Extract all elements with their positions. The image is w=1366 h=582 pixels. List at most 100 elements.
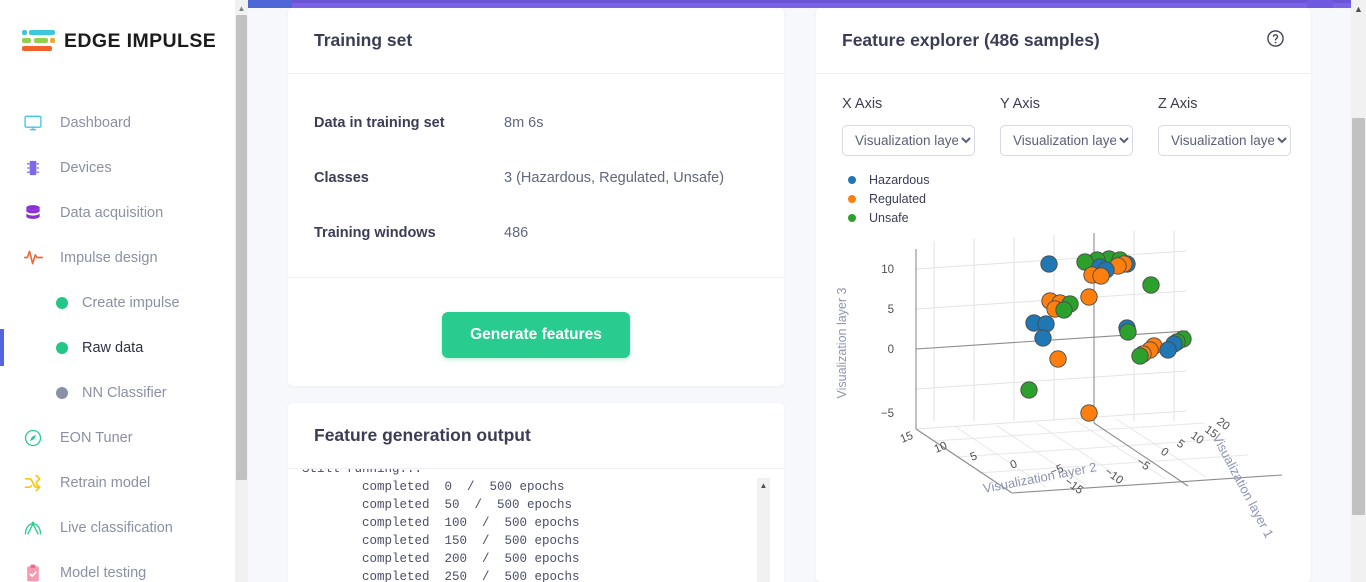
chip-icon (22, 157, 44, 179)
sidebar-item-impulse-design[interactable]: Impulse design (0, 235, 235, 280)
sidebar-item-eon-tuner[interactable]: EON Tuner (0, 415, 235, 460)
green-dot-icon (56, 337, 68, 359)
sidebar-item-nn-classifier[interactable]: NN Classifier (0, 370, 235, 415)
page-scrollbar-thumb[interactable] (1352, 118, 1365, 515)
axis-selector-group: Y Axis Visualization layer 2 (1000, 96, 1130, 156)
app-root: EDGE IMPULSE Dashboard Devices Data acquis… (0, 0, 1366, 582)
scatter-3d-svg: 10 5 0 −5 Visualization layer 3 15 10 5 … (816, 231, 1311, 561)
legend-item[interactable]: Regulated (848, 189, 1311, 208)
feature-generation-output-title: Feature generation output (314, 425, 531, 446)
pulse-icon (22, 247, 44, 269)
scatter-point-regulated[interactable] (1081, 405, 1097, 421)
sidebar-item-label: Retrain model (60, 475, 150, 491)
sidebar: EDGE IMPULSE Dashboard Devices Data acquis… (0, 0, 235, 582)
legend-label: Hazardous (869, 173, 929, 187)
axis-selector-group: X AxisVisualization layer 1 (842, 96, 972, 156)
feature-explorer-header: Feature explorer (486 samples) (816, 8, 1311, 74)
y-tick--10: −10 (1102, 466, 1125, 487)
sidebar-item-live-classification[interactable]: Live classification (0, 505, 235, 550)
scatter-point-regulated[interactable] (1081, 289, 1097, 305)
logo[interactable]: EDGE IMPULSE (0, 0, 235, 54)
training-set-row: Data in training set8m 6s (288, 95, 784, 150)
z-axis-label: Visualization layer 3 (835, 287, 849, 398)
training-set-title: Training set (314, 30, 412, 51)
generate-features-row: Generate features (288, 278, 784, 358)
scatter-point-hazardous[interactable] (1160, 342, 1176, 358)
grey-dot-icon (56, 382, 68, 404)
sidebar-scrollbar-thumb[interactable] (236, 15, 247, 480)
z-tick--5: −5 (881, 408, 894, 420)
sidebar-item-devices[interactable]: Devices (0, 145, 235, 190)
scatter-point-regulated[interactable] (1093, 268, 1109, 284)
training-set-row-value: 486 (504, 225, 528, 241)
scatter-point-unsafe[interactable] (1056, 302, 1072, 318)
scatter-point-unsafe[interactable] (1021, 382, 1037, 398)
scatter-point-unsafe[interactable] (1132, 348, 1148, 364)
sidebar-item-label: Devices (60, 160, 112, 176)
database-icon (22, 202, 44, 224)
scatter-point-regulated[interactable] (1050, 351, 1066, 367)
axis-select-x[interactable]: Visualization layer 1 (842, 125, 975, 156)
question-circle-icon[interactable] (1266, 29, 1285, 53)
training-set-header: Training set (288, 8, 784, 74)
sidebar-item-label: EON Tuner (60, 430, 133, 446)
sidebar-scrollbar-up-arrow[interactable]: ▲ (236, 2, 247, 15)
legend-color-dot (848, 195, 856, 203)
axis-select-z[interactable]: Visualization layer 3 (1158, 125, 1291, 156)
main-content: Training set Data in training set8m 6sCl… (248, 8, 1351, 582)
clipboard-check-icon (22, 562, 44, 582)
z-tick-5: 5 (888, 304, 894, 316)
x-tick-0: 0 (1009, 458, 1019, 472)
sidebar-nav: Dashboard Devices Data acquisition Impulse … (0, 100, 235, 582)
scatter-point-unsafe[interactable] (1143, 277, 1159, 293)
chart-icon (22, 517, 44, 539)
y-axis-label: Visualization layer 1 (1209, 431, 1276, 540)
training-set-row: Classes3 (Hazardous, Regulated, Unsafe) (288, 150, 784, 205)
compass-icon (22, 427, 44, 449)
feature-generation-output-header: Feature generation output (288, 403, 784, 469)
training-set-row-value: 8m 6s (504, 115, 544, 131)
training-set-row-key: Classes (314, 170, 504, 186)
sidebar-item-label: Live classification (60, 520, 173, 536)
axis-label: Z Axis (1158, 96, 1288, 112)
sidebar-item-label: Data acquisition (60, 205, 163, 221)
sidebar-item-dashboard[interactable]: Dashboard (0, 100, 235, 145)
green-dot-icon (56, 292, 68, 314)
scatter-point-hazardous[interactable] (1038, 316, 1054, 332)
scatter-point-hazardous[interactable] (1041, 256, 1057, 272)
chart-legend: Hazardous RegulatedUnsafe (816, 156, 1311, 227)
console-output[interactable]: Still running... completed 0 / 500 epoch… (302, 469, 770, 582)
legend-color-dot (848, 176, 856, 184)
console-scrollbar-track[interactable] (757, 478, 770, 582)
feature-generation-output-card: Feature generation output Still running.… (288, 403, 784, 582)
scatter-point-unsafe[interactable] (1120, 324, 1136, 340)
x-tick-15: 15 (899, 430, 915, 446)
sidebar-item-model-testing[interactable]: Model testing (0, 550, 235, 582)
sidebar-item-label: Create impulse (82, 295, 180, 311)
feature-explorer-plot[interactable]: 10 5 0 −5 Visualization layer 3 15 10 5 … (816, 231, 1311, 561)
axis-select-y[interactable]: Visualization layer 2 (1000, 125, 1133, 156)
page-scrollbar-up-arrow[interactable]: ▲ (1352, 2, 1365, 16)
sidebar-item-label: Raw data (82, 340, 143, 356)
y-tick-5: 5 (1174, 438, 1186, 451)
feature-explorer-title: Feature explorer (486 samples) (842, 30, 1100, 51)
sidebar-item-create-impulse[interactable]: Create impulse (0, 280, 235, 325)
sidebar-item-retrain-model[interactable]: Retrain model (0, 460, 235, 505)
axis-label: Y Axis (1000, 96, 1130, 112)
console-scrollbar-up-arrow[interactable]: ▲ (758, 480, 769, 492)
sidebar-item-raw-data[interactable]: Raw data (0, 325, 235, 370)
scatter-point-hazardous[interactable] (1035, 330, 1051, 346)
training-set-row-value: 3 (Hazardous, Regulated, Unsafe) (504, 170, 724, 186)
training-set-row-key: Data in training set (314, 115, 504, 131)
legend-item[interactable]: Hazardous (848, 170, 1311, 189)
generate-features-button[interactable]: Generate features (442, 312, 630, 358)
console-text: Still running... completed 0 / 500 epoch… (302, 469, 770, 582)
sidebar-item-label: Dashboard (60, 115, 131, 131)
logo-text: EDGE IMPULSE (64, 30, 216, 53)
z-tick-0: 0 (888, 344, 894, 356)
sidebar-item-data-acquisition[interactable]: Data acquisition (0, 190, 235, 235)
axis-selectors: X AxisVisualization layer 1 Y Axis Visuali… (816, 74, 1311, 156)
monitor-icon (22, 112, 44, 134)
axis-selector-group: Z Axis Visualization layer 3 (1158, 96, 1288, 156)
legend-item[interactable]: Unsafe (848, 208, 1311, 227)
